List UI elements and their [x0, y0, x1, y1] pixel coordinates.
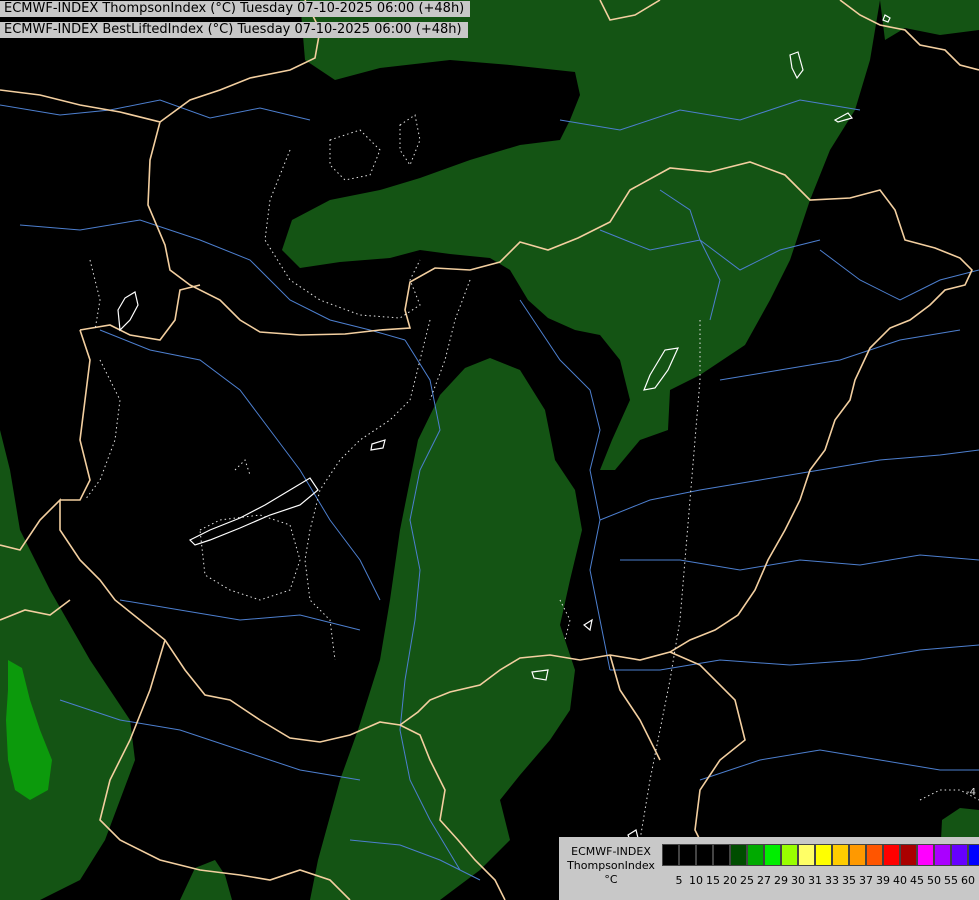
legend-tick-label: 39: [876, 874, 890, 887]
legend-tick-label: 35: [842, 874, 856, 887]
legend-tick-label: 37: [859, 874, 873, 887]
legend-tick-label: 55: [944, 874, 958, 887]
legend-swatch: [798, 844, 815, 866]
legend-swatch: [832, 844, 849, 866]
color-legend: ECMWF-INDEX ThompsonIndex °C 5 10 15 20 25 27…: [559, 837, 979, 900]
legend-title: ECMWF-INDEX ThompsonIndex °C: [563, 845, 659, 887]
legend-swatch: [696, 844, 713, 866]
legend-tick-label: 29: [774, 874, 788, 887]
legend-swatch: [951, 844, 968, 866]
legend-tick-label: 60: [961, 874, 975, 887]
legend-swatch: [934, 844, 951, 866]
legend-swatches: [662, 844, 979, 866]
contour-label: -4: [966, 787, 976, 798]
legend-tick-label: 50: [927, 874, 941, 887]
header-title-thompson: ECMWF-INDEX ThompsonIndex (°C) Tuesday 0…: [0, 1, 471, 17]
legend-ticks: 5 10 15 20 25 27 29 30 31 33 35 37 39 40 45 50 55 60: [662, 874, 979, 888]
weather-map: [0, 0, 979, 900]
legend-swatch: [747, 844, 764, 866]
legend-title-line1: ECMWF-INDEX: [571, 845, 651, 858]
legend-swatch: [815, 844, 832, 866]
legend-swatch: [849, 844, 866, 866]
legend-swatch: [968, 844, 979, 866]
legend-title-line2: ThompsonIndex: [567, 859, 655, 872]
legend-unit: °C: [604, 873, 618, 886]
legend-tick-label: 45: [910, 874, 924, 887]
legend-tick-label: 25: [740, 874, 754, 887]
legend-tick-label: 27: [757, 874, 771, 887]
legend-tick-label: 31: [808, 874, 822, 887]
legend-tick-label: 20: [723, 874, 737, 887]
legend-swatch: [730, 844, 747, 866]
legend-swatch: [917, 844, 934, 866]
legend-swatch: [713, 844, 730, 866]
legend-swatch: [781, 844, 798, 866]
legend-tick-label: 10: [689, 874, 703, 887]
legend-swatch: [866, 844, 883, 866]
legend-tick-label: 40: [893, 874, 907, 887]
legend-swatch: [883, 844, 900, 866]
legend-swatch: [662, 844, 679, 866]
legend-tick-label: 15: [706, 874, 720, 887]
legend-tick-label: 30: [791, 874, 805, 887]
legend-tick-label: 5: [675, 874, 683, 887]
legend-swatch: [679, 844, 696, 866]
header-title-lifted: ECMWF-INDEX BestLiftedIndex (°C) Tuesday…: [0, 22, 468, 38]
legend-swatch: [764, 844, 781, 866]
legend-swatch: [900, 844, 917, 866]
legend-tick-label: 33: [825, 874, 839, 887]
